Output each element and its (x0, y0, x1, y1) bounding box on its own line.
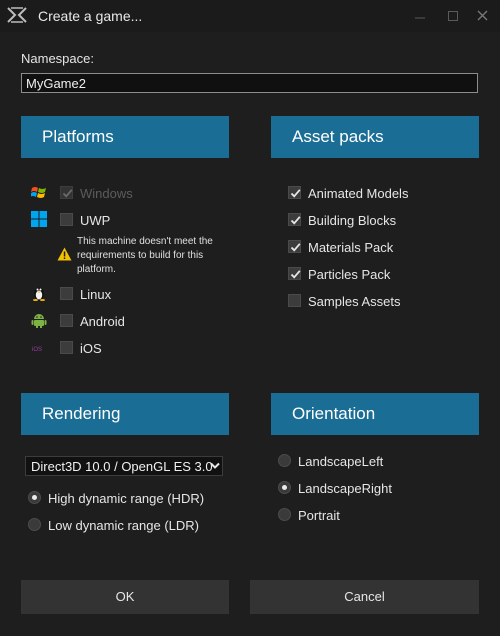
platform-ios-label: iOS (80, 341, 102, 356)
platform-linux-label: Linux (80, 287, 112, 302)
minimize-icon (415, 17, 425, 19)
platform-uwp-label: UWP (80, 213, 111, 228)
asset-samples-assets-checkbox[interactable] (288, 294, 301, 307)
asset-particles-pack-label: Particles Pack (308, 267, 391, 282)
close-icon (477, 10, 488, 21)
asset-particles-pack-checkbox[interactable] (288, 267, 301, 280)
asset-animated-models-checkbox[interactable] (288, 186, 301, 199)
namespace-input[interactable] (21, 73, 478, 93)
asset-materials-pack-checkbox[interactable] (288, 240, 301, 253)
portrait-radio[interactable] (278, 508, 291, 521)
hdr-radio[interactable] (28, 491, 41, 504)
checkmark-icon (290, 270, 301, 279)
uwp-warning-text: This machine doesn't meet the requiremen… (77, 236, 213, 275)
landscape-left-radio[interactable] (278, 454, 291, 467)
close-button[interactable] (471, 6, 495, 26)
asset-building-blocks-label: Building Blocks (308, 213, 397, 228)
platform-windows-checkbox[interactable] (60, 186, 73, 199)
graphics-api-value: Direct3D 10.0 / OpenGL ES 3.0 (31, 459, 213, 474)
platform-android-label: Android (80, 314, 125, 329)
ios-icon: iOS (32, 347, 42, 353)
hdr-label: High dynamic range (HDR) (48, 491, 205, 506)
maximize-icon (448, 11, 458, 21)
maximize-button[interactable] (441, 6, 465, 26)
platform-windows-label: Windows (80, 186, 133, 201)
asset-building-blocks-checkbox[interactable] (288, 213, 301, 226)
uwp-icon (31, 211, 47, 227)
rendering-header: Rendering (21, 393, 229, 435)
xenko-logo-icon (7, 7, 27, 23)
asset-animated-models-label: Animated Models (308, 186, 409, 201)
ok-button[interactable]: OK (21, 580, 229, 614)
title-bar: Create a game... (0, 0, 500, 32)
platform-uwp-checkbox[interactable] (60, 213, 73, 226)
checkmark-icon (290, 189, 301, 198)
svg-text:iOS: iOS (32, 347, 42, 353)
asset-samples-assets-label: Samples Assets (308, 294, 401, 309)
linux-icon (33, 287, 45, 301)
checkmark-icon (290, 216, 301, 225)
platforms-header: Platforms (21, 116, 229, 158)
chevron-down-icon (210, 462, 220, 469)
namespace-label: Namespace: (21, 51, 94, 66)
cancel-button[interactable]: Cancel (250, 580, 479, 614)
landscape-left-label: LandscapeLeft (298, 454, 384, 469)
platform-android-checkbox[interactable] (60, 314, 73, 327)
orientation-header: Orientation (271, 393, 479, 435)
android-icon (31, 314, 47, 328)
platform-ios-checkbox[interactable] (60, 341, 73, 354)
asset-packs-header: Asset packs (271, 116, 479, 158)
windows-icon (31, 187, 46, 198)
warning-icon (57, 247, 72, 261)
checkmark-icon (290, 243, 301, 252)
landscape-right-label: LandscapeRight (298, 481, 392, 496)
asset-materials-pack-label: Materials Pack (308, 240, 394, 255)
checkmark-icon (62, 189, 73, 198)
minimize-button[interactable] (408, 6, 432, 26)
ldr-radio[interactable] (28, 518, 41, 531)
ldr-label: Low dynamic range (LDR) (48, 518, 200, 533)
landscape-right-radio[interactable] (278, 481, 291, 494)
graphics-api-select[interactable]: Direct3D 10.0 / OpenGL ES 3.0 (25, 456, 223, 476)
window-title: Create a game... (38, 8, 143, 24)
platform-linux-checkbox[interactable] (60, 287, 73, 300)
portrait-label: Portrait (298, 508, 340, 523)
